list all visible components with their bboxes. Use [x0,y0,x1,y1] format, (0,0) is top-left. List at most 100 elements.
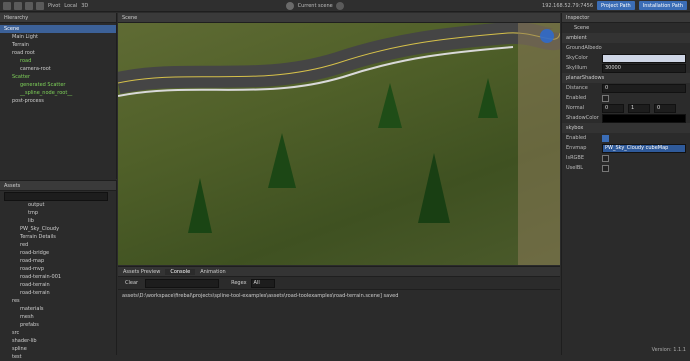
tree-item-spline-node-root[interactable]: __spline_node_root__ [0,89,116,97]
section-label: planarShadows [566,75,605,81]
rotate-tool-icon[interactable] [14,1,22,10]
normal-x-input[interactable]: 0 [602,103,624,113]
inspector-title: Inspector [566,14,590,21]
distance-input[interactable]: 0 [602,83,686,93]
inspector-breadcrumb: Scene [574,25,590,31]
asset-item[interactable]: res [0,297,116,305]
shadow-enabled-checkbox[interactable] [602,94,609,102]
tab-assets-preview[interactable]: Assets Preview [118,269,165,275]
skybox-enabled-label: Enabled [566,135,587,141]
asset-item[interactable]: road-terrain [0,281,116,289]
tree-graphic [268,133,296,188]
is-rgbe-checkbox[interactable] [602,154,609,162]
tree-item-terrain[interactable]: Terrain [0,41,116,49]
ground-albedo-label: GroundAlbedo [566,45,602,51]
asset-item[interactable]: materials [0,305,116,313]
asset-item[interactable]: tmp [0,209,116,217]
asset-item[interactable]: test [0,353,116,361]
road-render [118,23,560,265]
use-ibl-label: UseIBL [566,165,584,171]
local-toggle[interactable]: Local [64,3,77,9]
inspector-header: Inspector [562,13,690,23]
ambient-section-header[interactable]: ambient [562,33,690,43]
tab-console[interactable]: Console [165,268,196,275]
scene-panel: Scene [118,13,560,265]
asset-item[interactable]: lib [0,217,116,225]
normal-z-input[interactable]: 0 [654,103,676,113]
sky-color-label: SkyColor [566,55,588,61]
distance-label: Distance [566,85,588,91]
asset-item[interactable]: prefabs [0,321,116,329]
skybox-enabled-checkbox[interactable] [602,134,609,142]
axis-gizmo-icon[interactable] [540,29,554,43]
scene-header: Scene [118,13,560,23]
assets-search-input[interactable] [4,191,108,201]
asset-item[interactable]: road-terrain [0,289,116,297]
tree-graphic [378,83,402,128]
3d-toggle[interactable]: 3D [81,3,88,9]
console-filter-input[interactable] [145,278,220,288]
asset-item[interactable]: shader-lib [0,337,116,345]
tree-item-main-light[interactable]: Main Light [0,33,116,41]
play-icon[interactable] [285,1,294,10]
skybox-section[interactable]: skybox [562,123,690,133]
is-rgbe-label: IsRGBE [566,155,585,161]
shadow-enabled-label: Enabled [566,95,587,101]
asset-item[interactable]: road-mvp [0,265,116,273]
inspector-panel: Inspector Scene ambient GroundAlbedo Sky… [561,13,690,355]
hierarchy-panel: Hierarchy Scene Main Light Terrain road … [0,13,117,179]
tree-item-road[interactable]: road [0,57,116,65]
tree-item-road-root[interactable]: road root [0,49,116,57]
refresh-icon[interactable] [335,1,344,10]
asset-item[interactable]: src [0,329,116,337]
move-tool-icon[interactable] [3,1,11,10]
clear-button[interactable]: Clear [122,280,141,286]
asset-item[interactable]: road-map [0,257,116,265]
tree-item-generated-scatter[interactable]: generated Scatter [0,81,116,89]
normal-y-input[interactable]: 1 [628,103,650,113]
tree-graphic [418,153,450,223]
console-log-line: assets\D:\workspace\firebal\projects\spl… [122,293,399,299]
asset-item[interactable]: red [0,241,116,249]
planar-shadows-section[interactable]: planarShadows [562,73,690,83]
console-panel: Assets Preview Console Animation Clear R… [118,266,560,355]
asset-item[interactable]: road-bridge [0,249,116,257]
sky-illum-label: SkyIllum [566,65,588,71]
sky-illum-input[interactable]: 30000 [602,63,686,73]
tree-item-camera-root[interactable]: camera-root [0,65,116,73]
asset-item[interactable]: output [0,201,116,209]
install-path-button[interactable]: Installation Path [638,1,688,10]
scene-title: Scene [122,14,138,21]
scale-tool-icon[interactable] [25,1,33,10]
rect-tool-icon[interactable] [36,1,44,10]
ip-address: 192.168.52.79:7456 [542,2,594,9]
tree-item-scatter[interactable]: Scatter [0,73,116,81]
assets-title: Assets [4,182,21,189]
asset-item[interactable]: spline [0,345,116,353]
normal-label: Normal [566,105,585,111]
regex-toggle[interactable]: Regex [231,280,246,286]
tree-item-post-process[interactable]: post-process [0,97,116,105]
envmap-asset-field[interactable]: PW_Sky_Cloudy cubeMap [602,143,686,153]
sky-color-swatch[interactable] [602,53,686,63]
section-label: skybox [566,125,584,131]
tree-item-scene[interactable]: Scene [0,25,116,33]
tab-animation[interactable]: Animation [195,269,231,275]
tree-graphic [188,178,212,233]
top-toolbar: Pivot Local 3D Current scene 192.168.52.… [0,0,690,12]
asset-item[interactable]: PW_Sky_Cloudy [0,225,116,233]
shadow-color-label: ShadowColor [566,115,599,121]
use-ibl-checkbox[interactable] [602,164,609,172]
envmap-label: Envmap [566,145,587,151]
scene-viewport[interactable] [118,23,560,265]
pivot-toggle[interactable]: Pivot [48,3,60,9]
assets-panel: Assets output tmp lib PW_Sky_Cloudy Terr… [0,180,117,361]
section-label: ambient [566,35,587,41]
project-path-button[interactable]: Project Path [597,1,635,10]
asset-item[interactable]: mesh [0,313,116,321]
asset-item[interactable]: road-terrain-001 [0,273,116,281]
log-level-select[interactable]: All [250,278,275,288]
asset-item[interactable]: Terrain Details [0,233,116,241]
scene-selector[interactable]: Current scene [298,3,333,9]
shadow-color-swatch[interactable] [602,113,686,123]
